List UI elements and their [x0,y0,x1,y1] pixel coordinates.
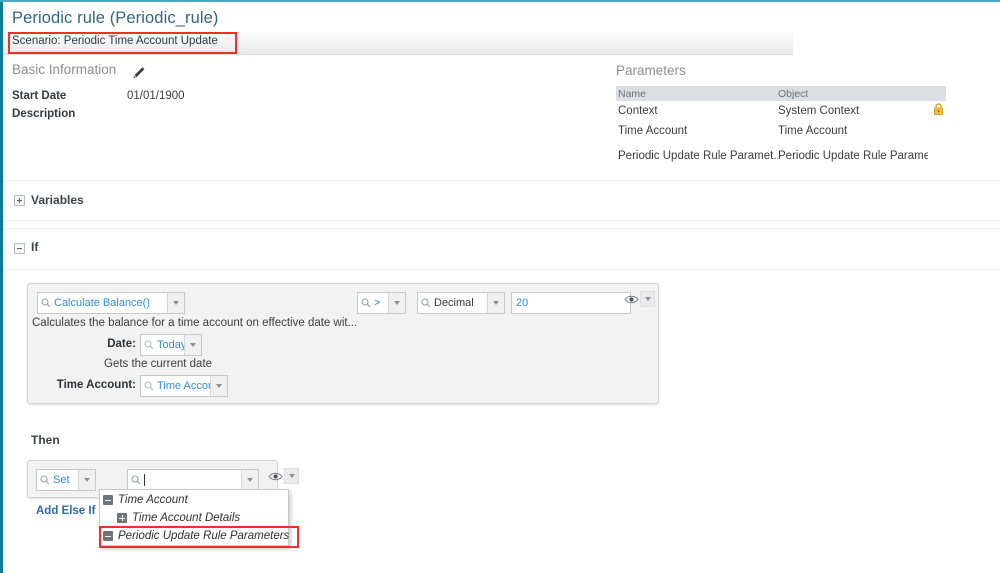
chevron-down-icon[interactable] [487,293,504,313]
list-item[interactable]: Time Account Details [100,509,288,527]
eye-icon[interactable] [622,291,640,307]
if-condition-panel: Calculate Balance() > Decimal 20 Calcula… [27,283,659,404]
condition-date-hint: Gets the current date [104,358,213,370]
condition-operator-combo[interactable]: > [357,292,406,314]
chevron-down-icon[interactable] [241,470,258,490]
variables-section-label[interactable]: Variables [31,193,84,207]
scenario-label: Scenario: Periodic Time Account Update [12,35,218,47]
param-object: Time Account [778,125,848,137]
list-item[interactable]: Time Account [100,491,288,509]
basic-information-heading: Basic Information [12,62,117,77]
param-name: Periodic Update Rule Paramet... [618,150,778,162]
table-row[interactable]: Context System Context [616,101,946,121]
column-header-object: Object [778,87,809,100]
then-section-label: Then [31,433,60,447]
start-date-value: 01/01/1900 [127,90,185,102]
search-icon [37,475,53,485]
chevron-down-icon[interactable] [184,335,201,355]
param-object: System Context [778,105,860,117]
param-name: Context [618,105,658,117]
search-icon [418,298,434,308]
condition-threshold-input[interactable]: 20 [511,292,631,314]
page-title: Periodic rule (Periodic_rule) [12,8,219,27]
then-action-value: Set [53,474,70,486]
chevron-down-icon[interactable] [78,470,95,490]
then-target-suggestion-menu[interactable]: Time Account Time Account Details Period… [99,489,289,546]
parameters-table: Name Object Context System Context Time … [616,86,946,166]
add-else-if-link[interactable]: Add Else If [36,505,95,517]
page-title-bar: Periodic rule (Periodic_rule) [12,4,218,32]
then-visibility-controls[interactable] [266,468,299,484]
condition-function-value: Calculate Balance() [54,297,150,309]
if-section-label[interactable]: If [31,240,38,254]
chevron-down-icon[interactable] [210,376,227,396]
condition-timeaccount-value: Time Account [157,380,210,392]
start-date-label: Start Date [12,90,67,102]
then-target-combo[interactable] [127,469,259,491]
condition-timeaccount-combo[interactable]: Time Account [140,375,228,397]
suggestion-label: Time Account Details [132,512,241,524]
left-accent-bar [0,2,3,573]
search-icon [128,475,144,485]
then-target-input[interactable] [144,473,241,487]
column-header-name: Name [618,87,647,100]
description-label: Description [12,108,76,120]
parameters-heading: Parameters [616,63,686,78]
plus-box-icon[interactable] [14,195,25,206]
condition-function-combo[interactable]: Calculate Balance() [37,292,185,314]
condition-visibility-controls[interactable] [622,291,655,307]
chevron-down-icon[interactable] [388,293,405,313]
if-section-band [3,228,1000,270]
plus-box-icon[interactable] [117,513,127,523]
minus-box-icon[interactable] [103,531,113,541]
chevron-down-icon[interactable] [284,468,299,484]
search-icon [358,298,374,308]
condition-description: Calculates the balance for a time accoun… [32,317,358,329]
condition-timeaccount-label: Time Account: [56,379,136,391]
suggestion-label: Time Account [118,494,188,506]
condition-date-value: Today() [157,339,184,351]
minus-box-icon[interactable] [103,495,113,505]
chevron-down-icon[interactable] [640,291,655,307]
lock-icon [933,103,944,116]
condition-datatype-value: Decimal [434,297,474,309]
param-object: Periodic Update Rule Paramet... [778,150,928,162]
search-icon [141,340,157,350]
parameters-table-header: Name Object [616,86,946,101]
list-item[interactable]: Periodic Update Rule Parameters [100,527,290,545]
minus-box-icon[interactable] [14,243,25,254]
eye-icon[interactable] [266,468,284,484]
condition-date-label: Date: [107,338,136,350]
condition-datatype-combo[interactable]: Decimal [417,292,505,314]
param-name: Time Account [618,125,688,137]
condition-operator-value: > [374,297,381,309]
pencil-icon[interactable] [131,65,147,81]
table-row[interactable]: Time Account Time Account [616,121,946,141]
search-icon [38,298,54,308]
rule-editor-page: Periodic rule (Periodic_rule) Scenario: … [0,0,1000,573]
table-row[interactable]: Periodic Update Rule Paramet... Periodic… [616,146,946,166]
suggestion-label: Periodic Update Rule Parameters [118,530,290,542]
then-action-combo[interactable]: Set [36,469,96,491]
chevron-down-icon[interactable] [167,293,184,313]
condition-date-combo[interactable]: Today() [140,334,202,356]
search-icon [141,381,157,391]
variables-section-band [3,180,1000,221]
